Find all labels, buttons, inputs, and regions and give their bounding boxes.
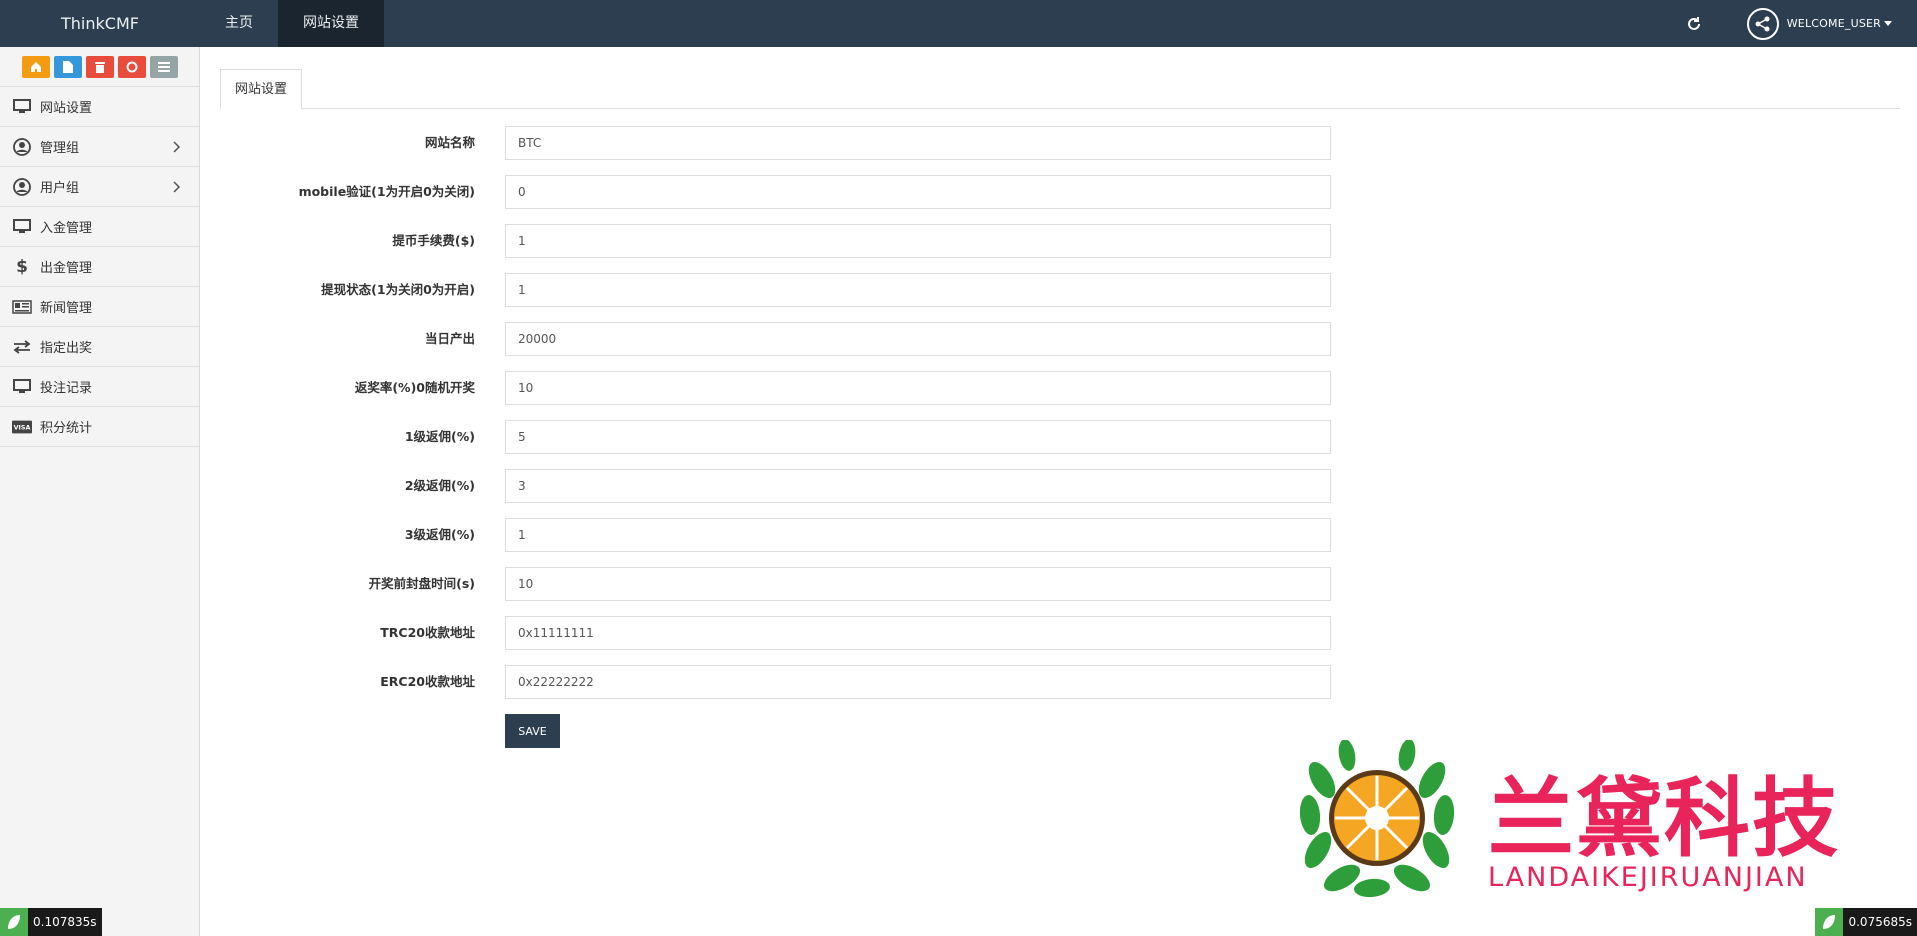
- site-name-input[interactable]: [505, 126, 1331, 160]
- caret-down-icon: [1884, 21, 1892, 26]
- field-label: ERC20收款地址: [380, 674, 475, 689]
- newspaper-icon: [12, 299, 32, 315]
- withdraw-fee-input[interactable]: [505, 224, 1331, 258]
- form-row-mobile-verify: mobile验证(1为开启0为关闭): [220, 175, 1340, 209]
- file-icon[interactable]: [53, 55, 82, 78]
- top-navbar: ThinkCMF 主页 网站设置 WELCOME_USER: [0, 0, 1917, 47]
- leaf-icon: [1815, 908, 1844, 936]
- form-row-erc20-address: ERC20收款地址: [220, 665, 1340, 699]
- dollar-icon: $: [16, 256, 28, 277]
- recycle-icon[interactable]: [117, 55, 146, 78]
- nav-site-settings[interactable]: 网站设置: [278, 0, 384, 47]
- list-icon[interactable]: [149, 55, 178, 78]
- erc20-address-input[interactable]: [505, 665, 1331, 699]
- trc20-address-input[interactable]: [505, 616, 1331, 650]
- field-label: mobile验证(1为开启0为关闭): [298, 184, 475, 199]
- level2-commission-input[interactable]: [505, 469, 1331, 503]
- sidebar-item-label: 网站设置: [40, 101, 93, 116]
- field-label: 提币手续费($): [392, 233, 475, 248]
- monitor-icon: [12, 219, 32, 235]
- trash-icon[interactable]: [85, 55, 114, 78]
- leaf-icon: [0, 908, 28, 936]
- form-row-return-rate: 返奖率(%)0随机开奖: [220, 371, 1340, 405]
- timer-value: 0.107835s: [33, 915, 97, 929]
- form-row-site-name: 网站名称: [220, 126, 1340, 160]
- tab-bar: 网站设置: [220, 69, 1900, 110]
- exchange-icon: [12, 339, 32, 355]
- sidebar-item-label: 积分统计: [40, 421, 93, 436]
- sidebar-item-label: 入金管理: [40, 221, 93, 236]
- form-row-trc20-address: TRC20收款地址: [220, 616, 1340, 650]
- level1-commission-input[interactable]: [505, 420, 1331, 454]
- sidebar-item-bet-records[interactable]: 投注记录: [0, 367, 199, 407]
- sidebar-item-news[interactable]: 新闻管理: [0, 287, 199, 327]
- timer-value: 0.075685s: [1848, 915, 1912, 929]
- field-label: TRC20收款地址: [380, 625, 475, 640]
- watermark-subtitle: LANDAIKEJIRUANJIAN: [1488, 862, 1808, 893]
- sidebar-item-label: 出金管理: [40, 261, 93, 276]
- timer-badge-left: 0.107835s: [0, 908, 102, 936]
- form-row-level2-commission: 2级返佣(%): [220, 469, 1340, 503]
- sidebar-item-assign-prize[interactable]: 指定出奖: [0, 327, 199, 367]
- chevron-right-icon: [173, 141, 181, 157]
- withdraw-status-input[interactable]: [505, 273, 1331, 307]
- return-rate-input[interactable]: [505, 371, 1331, 405]
- field-label: 提现状态(1为关闭0为开启): [321, 282, 475, 297]
- shortcut-bar: [0, 47, 199, 87]
- form-row-level1-commission: 1级返佣(%): [220, 420, 1340, 454]
- field-label: 网站名称: [424, 135, 475, 150]
- share-avatar-icon: [1746, 7, 1779, 40]
- svg-text:VISA: VISA: [14, 424, 31, 431]
- sidebar-item-site-settings[interactable]: 网站设置: [0, 87, 199, 127]
- refresh-icon[interactable]: [1679, 0, 1709, 47]
- sidebar-item-withdraw[interactable]: $ 出金管理: [0, 247, 199, 287]
- form-row-withdraw-fee: 提币手续费($): [220, 224, 1340, 258]
- timer-badge-right: 0.075685s: [1815, 908, 1917, 936]
- sidebar-item-label: 用户组: [40, 181, 80, 196]
- level3-commission-input[interactable]: [505, 518, 1331, 552]
- close-time-input[interactable]: [505, 567, 1331, 601]
- sidebar-item-admin-group[interactable]: 管理组: [0, 127, 199, 167]
- sidebar-item-deposit[interactable]: 入金管理: [0, 207, 199, 247]
- home-icon[interactable]: [21, 55, 50, 78]
- form-row-withdraw-status: 提现状态(1为关闭0为开启): [220, 273, 1340, 307]
- form-row-level3-commission: 3级返佣(%): [220, 518, 1340, 552]
- sidebar-item-label: 新闻管理: [40, 301, 93, 316]
- sidebar: 网站设置 管理组 用户组 入金管理 $ 出金管理 新闻管理 指定出奖 投注记录 …: [0, 47, 200, 936]
- form-row-daily-output: 当日产出: [220, 322, 1340, 356]
- monitor-icon: [12, 99, 32, 115]
- main-content: 网站设置 网站名称 mobile验证(1为开启0为关闭) 提币手续费($) 提现…: [220, 47, 1900, 748]
- user-menu[interactable]: WELCOME_USER: [1746, 0, 1917, 47]
- monitor-icon: [12, 379, 32, 395]
- user-circle-icon: [12, 137, 32, 156]
- visa-icon: VISA: [12, 419, 32, 435]
- sidebar-item-label: 投注记录: [40, 381, 93, 396]
- top-nav: 主页 网站设置: [200, 0, 384, 47]
- watermark-title: 兰黛科技: [1488, 769, 1840, 869]
- form-row-close-time: 开奖前封盘时间(s): [220, 567, 1340, 601]
- field-label: 2级返佣(%): [404, 478, 475, 493]
- field-label: 1级返佣(%): [404, 429, 475, 444]
- field-label: 当日产出: [424, 331, 475, 346]
- mobile-verify-input[interactable]: [505, 175, 1331, 209]
- orange-leaf-emblem-icon: [1299, 739, 1455, 898]
- field-label: 3级返佣(%): [404, 527, 475, 542]
- nav-home[interactable]: 主页: [200, 0, 278, 47]
- top-right-actions: WELCOME_USER: [1679, 0, 1917, 47]
- field-label: 开奖前封盘时间(s): [368, 576, 475, 591]
- chevron-right-icon: [173, 181, 181, 197]
- user-circle-icon: [12, 177, 32, 196]
- field-label: 返奖率(%)0随机开奖: [354, 380, 475, 395]
- sidebar-item-label: 管理组: [40, 141, 80, 156]
- sidebar-item-user-group[interactable]: 用户组: [0, 167, 199, 207]
- save-button[interactable]: SAVE: [505, 714, 560, 748]
- tab-site-settings[interactable]: 网站设置: [220, 69, 303, 110]
- daily-output-input[interactable]: [505, 322, 1331, 356]
- user-name: WELCOME_USER: [1786, 17, 1881, 30]
- sidebar-item-label: 指定出奖: [40, 341, 93, 356]
- watermark-logo: 兰黛科技 LANDAIKEJIRUANJIAN: [1292, 739, 1912, 900]
- sidebar-item-points-stats[interactable]: VISA 积分统计: [0, 407, 199, 447]
- brand-logo[interactable]: ThinkCMF: [0, 0, 200, 47]
